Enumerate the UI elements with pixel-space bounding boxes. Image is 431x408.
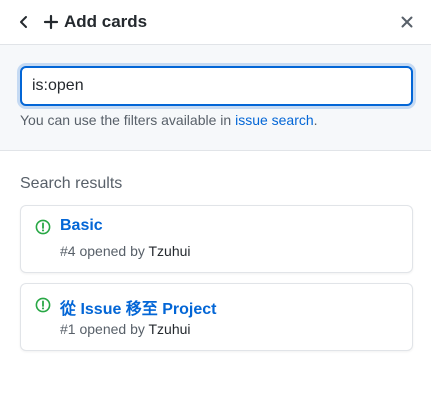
issue-author: Tzuhui xyxy=(148,321,191,337)
panel-header: Add cards xyxy=(0,0,431,44)
panel-title-text: Add cards xyxy=(64,12,148,31)
issue-card[interactable]: 從 Issue 移至 Project #1 opened by Tzuhui xyxy=(20,283,413,351)
issue-opened-icon xyxy=(35,297,51,313)
issue-title[interactable]: 從 Issue 移至 Project xyxy=(60,295,217,319)
issue-title[interactable]: Basic xyxy=(60,217,103,235)
issue-number: #1 xyxy=(60,321,76,337)
issue-search-link[interactable]: issue search xyxy=(235,112,314,128)
add-cards-panel: Add cards You can use the filters availa… xyxy=(0,0,431,408)
back-button[interactable] xyxy=(14,12,34,32)
close-button[interactable] xyxy=(397,12,417,32)
issue-meta: #1 opened by Tzuhui xyxy=(60,321,191,337)
panel-title: Add cards xyxy=(42,10,147,34)
x-icon xyxy=(401,16,413,28)
issue-opened-by: opened by xyxy=(75,243,149,259)
issue-card[interactable]: Basic #4 opened by Tzuhui xyxy=(20,205,413,273)
filter-search-input[interactable] xyxy=(20,66,413,106)
issue-number: #4 xyxy=(60,243,76,259)
plus-icon xyxy=(42,13,60,31)
issue-author: Tzuhui xyxy=(148,243,191,259)
issue-opened-icon xyxy=(35,219,51,235)
filter-hint: You can use the filters available in iss… xyxy=(20,112,318,128)
filter-hint-suffix: . xyxy=(313,112,318,128)
filter-hint-text: You can use the filters available in xyxy=(20,112,236,128)
chevron-left-icon xyxy=(20,16,27,28)
search-results-heading: Search results xyxy=(20,175,123,192)
issue-meta: #4 opened by Tzuhui xyxy=(60,243,191,259)
filter-section: You can use the filters available in iss… xyxy=(0,44,431,151)
issue-opened-by: opened by xyxy=(75,321,149,337)
